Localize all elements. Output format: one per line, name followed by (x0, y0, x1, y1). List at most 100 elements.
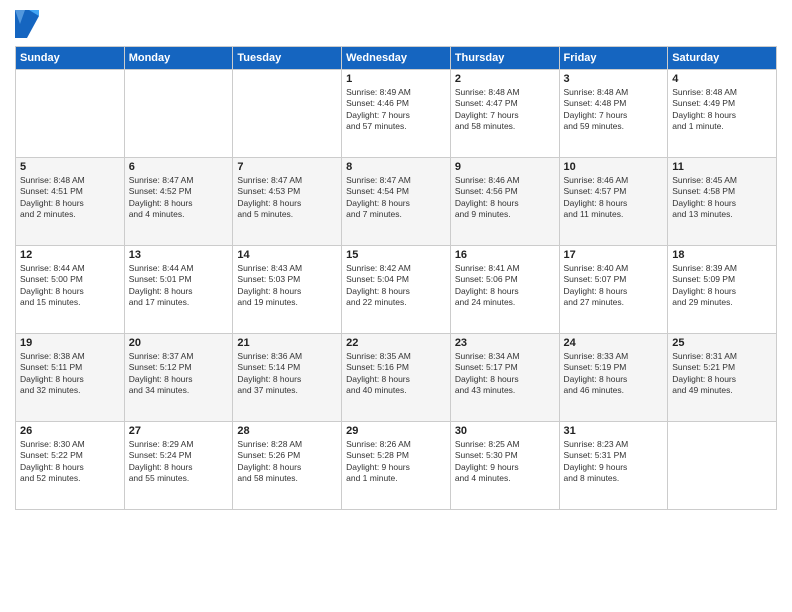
weekday-header-sunday: Sunday (16, 47, 125, 70)
day-info: Sunrise: 8:46 AM Sunset: 4:56 PM Dayligh… (455, 175, 555, 221)
day-number: 2 (455, 73, 555, 85)
day-number: 1 (346, 73, 446, 85)
day-cell: 9 Sunrise: 8:46 AM Sunset: 4:56 PM Daylig… (450, 158, 559, 246)
weekday-header-thursday: Thursday (450, 47, 559, 70)
day-number: 8 (346, 161, 446, 173)
day-cell: 2 Sunrise: 8:48 AM Sunset: 4:47 PM Daylig… (450, 70, 559, 158)
day-info: Sunrise: 8:48 AM Sunset: 4:48 PM Dayligh… (564, 87, 664, 133)
day-number: 26 (20, 425, 120, 437)
day-number: 29 (346, 425, 446, 437)
day-info: Sunrise: 8:48 AM Sunset: 4:51 PM Dayligh… (20, 175, 120, 221)
day-number: 30 (455, 425, 555, 437)
day-number: 25 (672, 337, 772, 349)
day-number: 23 (455, 337, 555, 349)
day-number: 10 (564, 161, 664, 173)
day-cell: 30 Sunrise: 8:25 AM Sunset: 5:30 PM Dayli… (450, 422, 559, 510)
day-number: 24 (564, 337, 664, 349)
weekday-header-friday: Friday (559, 47, 668, 70)
day-cell (16, 70, 125, 158)
day-number: 13 (129, 249, 229, 261)
day-cell: 4Sunrise: 8:48 AM Sunset: 4:49 PM Daylig… (668, 70, 777, 158)
day-number: 21 (237, 337, 337, 349)
day-info: Sunrise: 8:30 AM Sunset: 5:22 PM Dayligh… (20, 439, 120, 485)
day-number: 15 (346, 249, 446, 261)
calendar: SundayMondayTuesdayWednesdayThursdayFrid… (15, 46, 777, 510)
day-info: Sunrise: 8:46 AM Sunset: 4:57 PM Dayligh… (564, 175, 664, 221)
day-number: 12 (20, 249, 120, 261)
logo-icon (15, 10, 39, 38)
day-cell: 14 Sunrise: 8:43 AM Sunset: 5:03 PM Dayli… (233, 246, 342, 334)
week-row-3: 12Sunrise: 8:44 AM Sunset: 5:00 PM Dayli… (16, 246, 777, 334)
day-cell: 16 Sunrise: 8:41 AM Sunset: 5:06 PM Dayli… (450, 246, 559, 334)
header (15, 10, 777, 38)
day-info: Sunrise: 8:28 AM Sunset: 5:26 PM Dayligh… (237, 439, 337, 485)
day-info: Sunrise: 8:35 AM Sunset: 5:16 PM Dayligh… (346, 351, 446, 397)
day-number: 18 (672, 249, 772, 261)
weekday-header-saturday: Saturday (668, 47, 777, 70)
day-number: 14 (237, 249, 337, 261)
weekday-header-wednesday: Wednesday (342, 47, 451, 70)
day-number: 5 (20, 161, 120, 173)
day-number: 28 (237, 425, 337, 437)
day-cell (668, 422, 777, 510)
day-cell: 13Sunrise: 8:44 AM Sunset: 5:01 PM Dayli… (124, 246, 233, 334)
day-number: 11 (672, 161, 772, 173)
day-info: Sunrise: 8:23 AM Sunset: 5:31 PM Dayligh… (564, 439, 664, 485)
day-cell: 31 Sunrise: 8:23 AM Sunset: 5:31 PM Dayli… (559, 422, 668, 510)
day-number: 16 (455, 249, 555, 261)
week-row-5: 26 Sunrise: 8:30 AM Sunset: 5:22 PM Dayli… (16, 422, 777, 510)
day-cell: 20Sunrise: 8:37 AM Sunset: 5:12 PM Dayli… (124, 334, 233, 422)
day-cell: 21 Sunrise: 8:36 AM Sunset: 5:14 PM Dayli… (233, 334, 342, 422)
day-cell: 22 Sunrise: 8:35 AM Sunset: 5:16 PM Dayli… (342, 334, 451, 422)
day-info: Sunrise: 8:43 AM Sunset: 5:03 PM Dayligh… (237, 263, 337, 309)
day-cell: 5 Sunrise: 8:48 AM Sunset: 4:51 PM Daylig… (16, 158, 125, 246)
logo (15, 10, 43, 38)
day-info: Sunrise: 8:25 AM Sunset: 5:30 PM Dayligh… (455, 439, 555, 485)
week-row-1: 1 Sunrise: 8:49 AM Sunset: 4:46 PM Daylig… (16, 70, 777, 158)
day-info: Sunrise: 8:45 AM Sunset: 4:58 PM Dayligh… (672, 175, 772, 221)
day-number: 20 (129, 337, 229, 349)
day-cell: 10 Sunrise: 8:46 AM Sunset: 4:57 PM Dayli… (559, 158, 668, 246)
day-cell: 23Sunrise: 8:34 AM Sunset: 5:17 PM Dayli… (450, 334, 559, 422)
day-number: 17 (564, 249, 664, 261)
day-number: 31 (564, 425, 664, 437)
day-number: 22 (346, 337, 446, 349)
day-cell: 8Sunrise: 8:47 AM Sunset: 4:54 PM Daylig… (342, 158, 451, 246)
day-info: Sunrise: 8:29 AM Sunset: 5:24 PM Dayligh… (129, 439, 229, 485)
day-cell: 11 Sunrise: 8:45 AM Sunset: 4:58 PM Dayli… (668, 158, 777, 246)
day-info: Sunrise: 8:33 AM Sunset: 5:19 PM Dayligh… (564, 351, 664, 397)
day-info: Sunrise: 8:41 AM Sunset: 5:06 PM Dayligh… (455, 263, 555, 309)
day-info: Sunrise: 8:47 AM Sunset: 4:52 PM Dayligh… (129, 175, 229, 221)
day-info: Sunrise: 8:42 AM Sunset: 5:04 PM Dayligh… (346, 263, 446, 309)
day-cell: 29 Sunrise: 8:26 AM Sunset: 5:28 PM Dayli… (342, 422, 451, 510)
day-cell: 17 Sunrise: 8:40 AM Sunset: 5:07 PM Dayli… (559, 246, 668, 334)
day-cell: 27 Sunrise: 8:29 AM Sunset: 5:24 PM Dayli… (124, 422, 233, 510)
weekday-header-monday: Monday (124, 47, 233, 70)
day-cell: 24 Sunrise: 8:33 AM Sunset: 5:19 PM Dayli… (559, 334, 668, 422)
weekday-header-row: SundayMondayTuesdayWednesdayThursdayFrid… (16, 47, 777, 70)
day-info: Sunrise: 8:38 AM Sunset: 5:11 PM Dayligh… (20, 351, 120, 397)
day-cell: 25 Sunrise: 8:31 AM Sunset: 5:21 PM Dayli… (668, 334, 777, 422)
page: SundayMondayTuesdayWednesdayThursdayFrid… (0, 0, 792, 612)
day-number: 9 (455, 161, 555, 173)
day-cell (233, 70, 342, 158)
day-cell: 7Sunrise: 8:47 AM Sunset: 4:53 PM Daylig… (233, 158, 342, 246)
day-info: Sunrise: 8:49 AM Sunset: 4:46 PM Dayligh… (346, 87, 446, 133)
day-number: 19 (20, 337, 120, 349)
day-cell: 6Sunrise: 8:47 AM Sunset: 4:52 PM Daylig… (124, 158, 233, 246)
weekday-header-tuesday: Tuesday (233, 47, 342, 70)
day-cell: 19 Sunrise: 8:38 AM Sunset: 5:11 PM Dayli… (16, 334, 125, 422)
day-cell: 28 Sunrise: 8:28 AM Sunset: 5:26 PM Dayli… (233, 422, 342, 510)
day-info: Sunrise: 8:36 AM Sunset: 5:14 PM Dayligh… (237, 351, 337, 397)
day-cell: 3Sunrise: 8:48 AM Sunset: 4:48 PM Daylig… (559, 70, 668, 158)
day-number: 27 (129, 425, 229, 437)
day-info: Sunrise: 8:40 AM Sunset: 5:07 PM Dayligh… (564, 263, 664, 309)
day-cell: 18Sunrise: 8:39 AM Sunset: 5:09 PM Dayli… (668, 246, 777, 334)
week-row-4: 19 Sunrise: 8:38 AM Sunset: 5:11 PM Dayli… (16, 334, 777, 422)
day-cell: 1 Sunrise: 8:49 AM Sunset: 4:46 PM Daylig… (342, 70, 451, 158)
day-number: 7 (237, 161, 337, 173)
day-info: Sunrise: 8:48 AM Sunset: 4:47 PM Dayligh… (455, 87, 555, 133)
day-info: Sunrise: 8:31 AM Sunset: 5:21 PM Dayligh… (672, 351, 772, 397)
day-cell: 26 Sunrise: 8:30 AM Sunset: 5:22 PM Dayli… (16, 422, 125, 510)
day-info: Sunrise: 8:26 AM Sunset: 5:28 PM Dayligh… (346, 439, 446, 485)
